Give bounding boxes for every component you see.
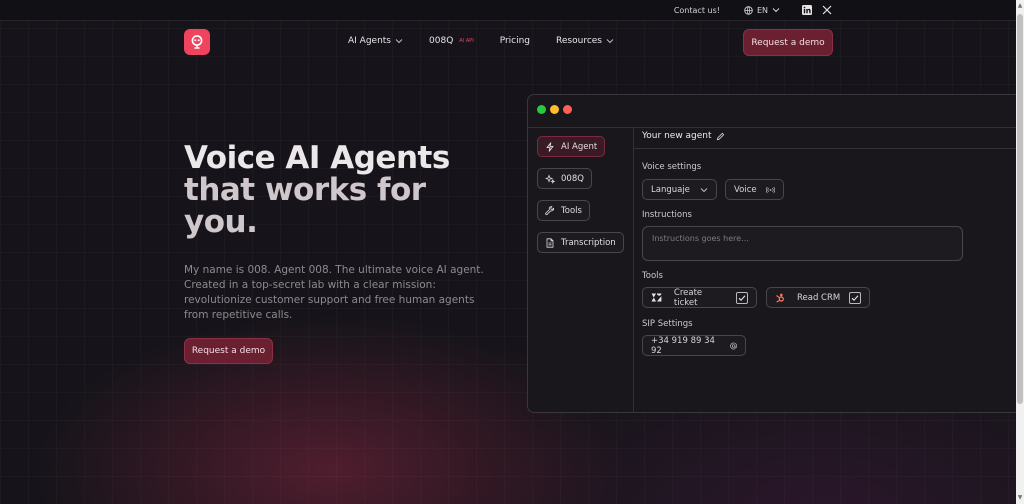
hero-title-line: Voice AI Agents [184,140,450,176]
nav-links: AI Agents 008Q AI API Pricing Resources [348,36,614,46]
hubspot-icon [776,293,784,302]
x-twitter-icon[interactable] [822,5,832,15]
tool-label: Read CRM [797,292,841,303]
language-label: EN [756,5,768,15]
sip-number-field[interactable]: +34 919 89 34 92 [642,335,746,356]
agent-config-window: AI Agent 008Q Tools Transcription Your n… [527,94,1016,413]
main-nav: AI Agents 008Q AI API Pricing Resources … [0,21,1016,65]
sidebar-item-ai-agent[interactable]: AI Agent [537,136,606,157]
ai-api-tag: AI API [459,38,474,44]
scrollbar-thumb[interactable] [1017,14,1023,404]
contact-link[interactable]: Contact us! [674,6,720,15]
sidebar-item-label: 008Q [561,173,584,184]
hero-title-line: you. [184,204,258,240]
top-bar: Contact us! EN [0,0,1016,21]
window-dot-green[interactable] [537,105,546,114]
nav-item-resources[interactable]: Resources [556,36,614,46]
agent-logo-icon [191,35,203,49]
window-controls [537,105,572,114]
document-icon [546,237,554,248]
window-dot-red[interactable] [563,105,572,114]
window-dot-yellow[interactable] [550,105,559,114]
voice-settings-label: Voice settings [642,162,702,172]
linkedin-icon[interactable] [802,5,812,15]
divider [633,127,634,413]
page: Contact us! EN AI Agents 008Q AI API Pri… [0,0,1016,504]
scroll-up-arrow[interactable]: ▲ [1017,2,1023,10]
request-demo-nav-button[interactable]: Request a demo [743,29,833,56]
divider [634,148,1016,149]
tool-read-crm[interactable]: Read CRM [766,287,870,308]
globe-icon [744,5,753,15]
tool-checkbox[interactable] [849,291,861,304]
nav-item-label: 008Q [429,36,454,46]
instructions-label: Instructions [642,210,692,220]
hero-title: Voice AI Agents that works for you. [184,142,504,238]
divider [528,127,1016,128]
chevron-down-icon [606,39,614,44]
nav-item-label: Pricing [499,36,531,46]
sip-number: +34 919 89 34 92 [651,335,715,356]
nav-item-pricing[interactable]: Pricing [500,36,530,46]
pencil-icon[interactable] [716,132,725,141]
tool-checkbox[interactable] [736,291,748,304]
checkmark-icon [738,294,746,301]
tool-label: Create ticket [673,287,703,308]
language-selector[interactable]: EN [744,6,780,15]
broadcast-icon [766,186,775,193]
nav-item-label: Resources [556,36,602,46]
chevron-down-icon [700,187,708,192]
zendesk-icon [651,293,662,302]
agent-name-label: Your new agent [642,131,712,141]
scroll-down-arrow[interactable]: ▼ [1017,494,1023,502]
nav-item-008q[interactable]: 008Q AI API [429,36,474,46]
hero-title-line: that works for [184,172,426,208]
voice-selector[interactable]: Voice [725,179,784,200]
sidebar-item-transcription[interactable]: Transcription [537,232,624,253]
logo[interactable] [184,29,210,55]
sidebar-item-label: Transcription [561,237,616,248]
sidebar-item-label: AI Agent [561,141,598,152]
checkmark-icon [851,294,859,301]
page-scrollbar[interactable]: ▲ ▼ [1016,0,1024,504]
sip-settings-label: SIP Settings [642,319,693,329]
request-demo-hero-button[interactable]: Request a demo [184,338,273,364]
agent-name-field[interactable]: Your new agent [642,131,725,141]
language-dropdown[interactable]: Languaje [642,179,717,200]
chevron-down-icon [395,39,403,44]
social-links [802,5,832,15]
language-dropdown-value: Languaje [651,184,690,195]
sidebar-item-tools[interactable]: Tools [537,200,590,221]
wrench-icon [545,205,555,215]
nav-item-label: AI Agents [348,36,392,46]
lightning-icon [546,141,554,152]
instructions-textarea[interactable]: Instructions goes here... [642,226,963,261]
chevron-down-icon [772,8,780,13]
voice-selector-label: Voice [734,184,757,195]
nav-item-ai-agents[interactable]: AI Agents [348,36,403,46]
sidebar-item-label: Tools [561,205,582,216]
at-sign-icon [729,342,737,349]
sidebar-item-008q[interactable]: 008Q [537,168,592,189]
sparkles-icon [545,173,555,184]
tools-label: Tools [642,271,663,281]
hero-description: My name is 008. Agent 008. The ultimate … [184,264,484,321]
tool-create-ticket[interactable]: Create ticket [642,287,757,308]
